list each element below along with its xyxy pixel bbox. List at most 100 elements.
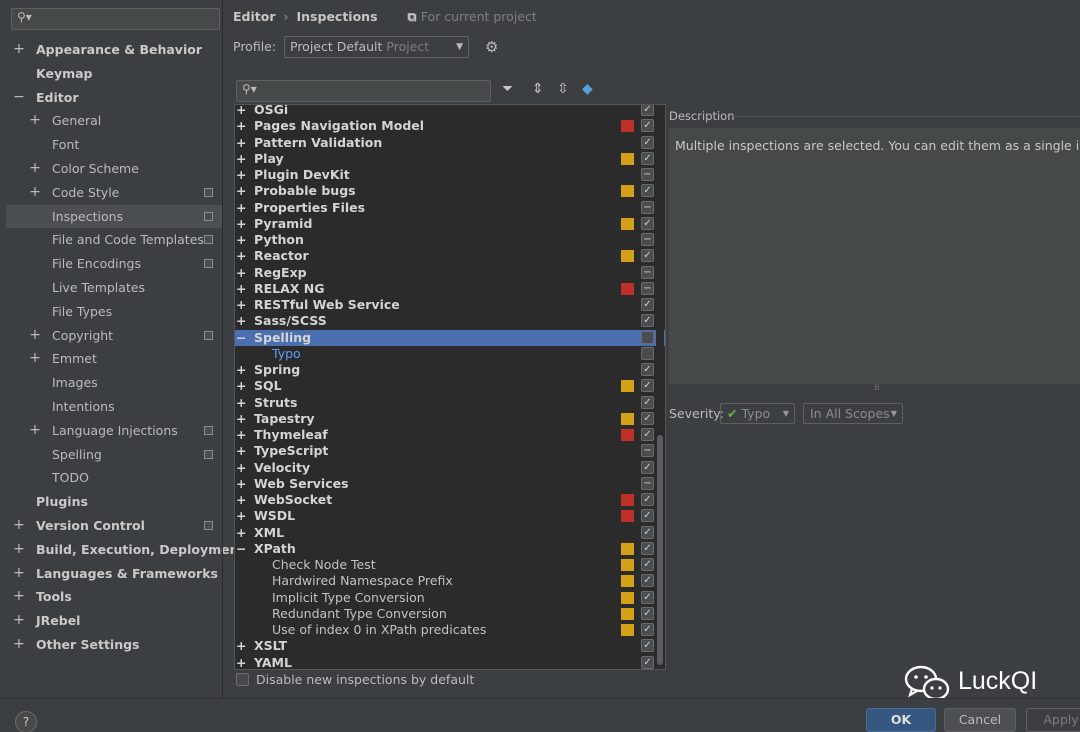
expand-icon[interactable]: + xyxy=(236,427,246,443)
tree-row[interactable]: + Tapestry ✓ xyxy=(235,411,665,427)
expand-icon[interactable]: + xyxy=(236,476,246,492)
sidebar-item[interactable]: + Code Style xyxy=(6,181,222,204)
inspection-enabled-checkbox[interactable]: ✓ xyxy=(641,574,654,588)
tree-row[interactable]: + Python − xyxy=(235,232,665,248)
expand-icon[interactable]: + xyxy=(236,216,246,232)
inspection-enabled-checkbox[interactable]: ✓ xyxy=(641,509,654,523)
expand-icon[interactable]: + xyxy=(13,514,25,537)
expand-icon[interactable]: + xyxy=(13,633,25,656)
expand-icon[interactable]: + xyxy=(236,167,246,183)
collapse-icon[interactable]: − xyxy=(236,541,246,557)
inspection-enabled-checkbox[interactable]: ✓ xyxy=(641,119,654,133)
expand-icon[interactable]: + xyxy=(13,562,25,585)
tree-row[interactable]: + OSGi ✓ xyxy=(235,105,665,118)
tree-row[interactable]: + Struts ✓ xyxy=(235,395,665,411)
sidebar-item[interactable]: + Appearance & Behavior xyxy=(6,38,222,61)
inspection-enabled-checkbox[interactable]: ✓ xyxy=(641,395,654,409)
expand-icon[interactable]: + xyxy=(236,183,246,199)
expand-icon[interactable]: + xyxy=(236,508,246,524)
inspection-enabled-checkbox[interactable]: ✓ xyxy=(641,184,654,198)
tree-row[interactable]: + WebSocket ✓ xyxy=(235,492,665,508)
ok-button[interactable]: OK xyxy=(866,708,936,732)
inspection-enabled-checkbox[interactable]: − xyxy=(641,281,654,295)
sidebar-item[interactable]: Inspections xyxy=(6,204,222,228)
sidebar-item[interactable]: + Build, Execution, Deployment xyxy=(6,538,244,561)
expand-icon[interactable]: + xyxy=(236,200,246,216)
sidebar-item[interactable]: + Version Control xyxy=(6,514,222,537)
sidebar-item[interactable]: + Emmet xyxy=(6,347,222,370)
sidebar-item[interactable]: Live Templates xyxy=(6,276,222,299)
inspection-enabled-checkbox[interactable] xyxy=(641,330,654,344)
tree-row[interactable]: + TypeScript − xyxy=(235,443,665,459)
tree-row[interactable]: Use of index 0 in XPath predicates ✓ xyxy=(235,622,665,638)
expand-icon[interactable]: + xyxy=(236,638,246,654)
tree-scrollbar[interactable] xyxy=(656,105,664,669)
sidebar-item[interactable]: Keymap xyxy=(6,62,222,85)
tree-row[interactable]: + XSLT ✓ xyxy=(235,638,665,654)
expand-icon[interactable]: + xyxy=(236,151,246,167)
expand-icon[interactable]: + xyxy=(29,419,41,442)
severity-select[interactable]: ✔ Typo ▼ xyxy=(720,403,795,424)
expand-icon[interactable]: + xyxy=(13,585,25,608)
tree-row[interactable]: + Plugin DevKit − xyxy=(235,167,665,183)
sidebar-item[interactable]: TODO xyxy=(6,466,222,489)
tree-row[interactable]: − XPath ✓ xyxy=(235,541,665,557)
expand-icon[interactable]: + xyxy=(236,443,246,459)
expand-icon[interactable]: + xyxy=(236,460,246,476)
sidebar-item[interactable]: + Languages & Frameworks xyxy=(6,562,222,585)
tree-row[interactable]: + YAML ✓ xyxy=(235,655,665,670)
apply-button[interactable]: Apply xyxy=(1026,708,1080,732)
inspection-enabled-checkbox[interactable]: − xyxy=(641,265,654,279)
inspection-enabled-checkbox[interactable]: ✓ xyxy=(641,249,654,263)
tree-row[interactable]: + RESTful Web Service ✓ xyxy=(235,297,665,313)
expand-icon[interactable]: + xyxy=(29,181,41,204)
sidebar-item[interactable]: Intentions xyxy=(6,395,222,418)
expand-icon[interactable]: + xyxy=(236,281,246,297)
tree-row[interactable]: Implicit Type Conversion ✓ xyxy=(235,590,665,606)
inspection-enabled-checkbox[interactable]: ✓ xyxy=(641,428,654,441)
inspection-enabled-checkbox[interactable] xyxy=(641,346,654,360)
sidebar-item[interactable]: File Encodings xyxy=(6,252,222,275)
collapse-icon[interactable]: − xyxy=(236,330,246,346)
inspection-enabled-checkbox[interactable]: ✓ xyxy=(641,363,654,376)
tree-row[interactable]: + WSDL ✓ xyxy=(235,508,665,524)
expand-icon[interactable]: + xyxy=(13,538,25,561)
sidebar-item[interactable]: + JRebel xyxy=(6,609,222,632)
inspection-enabled-checkbox[interactable]: − xyxy=(641,233,654,246)
eraser-icon[interactable]: ◆ xyxy=(582,81,593,97)
scrollbar-thumb[interactable] xyxy=(657,435,663,665)
tree-row[interactable]: + Pyramid ✓ xyxy=(235,216,665,232)
sidebar-item[interactable]: + Tools xyxy=(6,585,222,608)
tree-row[interactable]: + Sass/SCSS ✓ xyxy=(235,313,665,329)
inspection-enabled-checkbox[interactable]: − xyxy=(641,168,654,181)
splitter-handle[interactable]: ⁞⁞⁞ xyxy=(874,383,880,392)
expand-icon[interactable]: + xyxy=(236,655,246,670)
profile-select[interactable]: Project Default Project ▼ xyxy=(284,36,469,58)
tree-row[interactable]: Redundant Type Conversion ✓ xyxy=(235,606,665,622)
sidebar-item[interactable]: + General xyxy=(6,109,222,132)
inspection-enabled-checkbox[interactable]: − xyxy=(641,476,654,490)
sidebar-item[interactable]: − Editor xyxy=(6,86,222,109)
inspection-tree[interactable]: + OSGi ✓ + Pages Navigation Model ✓ + Pattern V… xyxy=(234,104,666,670)
tree-row[interactable]: + Velocity ✓ xyxy=(235,460,665,476)
tree-row[interactable]: + Play ✓ xyxy=(235,151,665,167)
expand-icon[interactable]: + xyxy=(236,378,246,394)
tree-row[interactable]: + Properties Files − xyxy=(235,200,665,216)
tree-row[interactable]: + RELAX NG − xyxy=(235,281,665,297)
inspection-enabled-checkbox[interactable]: ✓ xyxy=(641,493,654,506)
cancel-button[interactable]: Cancel xyxy=(944,708,1016,732)
tree-row[interactable]: + Spring ✓ xyxy=(235,362,665,378)
tree-row[interactable]: + SQL ✓ xyxy=(235,378,665,394)
sidebar-item[interactable]: + Color Scheme xyxy=(6,157,222,180)
inspection-enabled-checkbox[interactable]: ✓ xyxy=(641,541,654,555)
sidebar-item[interactable]: File and Code Templates xyxy=(6,228,222,251)
inspection-enabled-checkbox[interactable]: ✓ xyxy=(641,135,654,149)
inspection-enabled-checkbox[interactable]: ✓ xyxy=(641,525,654,539)
expand-icon[interactable]: + xyxy=(236,135,246,151)
inspection-enabled-checkbox[interactable]: ✓ xyxy=(641,655,654,669)
expand-icon[interactable]: + xyxy=(236,118,246,134)
gear-icon[interactable]: ⚙ xyxy=(485,38,498,56)
expand-icon[interactable]: + xyxy=(29,157,41,180)
sidebar-item[interactable]: File Types xyxy=(6,300,222,323)
inspection-enabled-checkbox[interactable]: ✓ xyxy=(641,216,654,230)
